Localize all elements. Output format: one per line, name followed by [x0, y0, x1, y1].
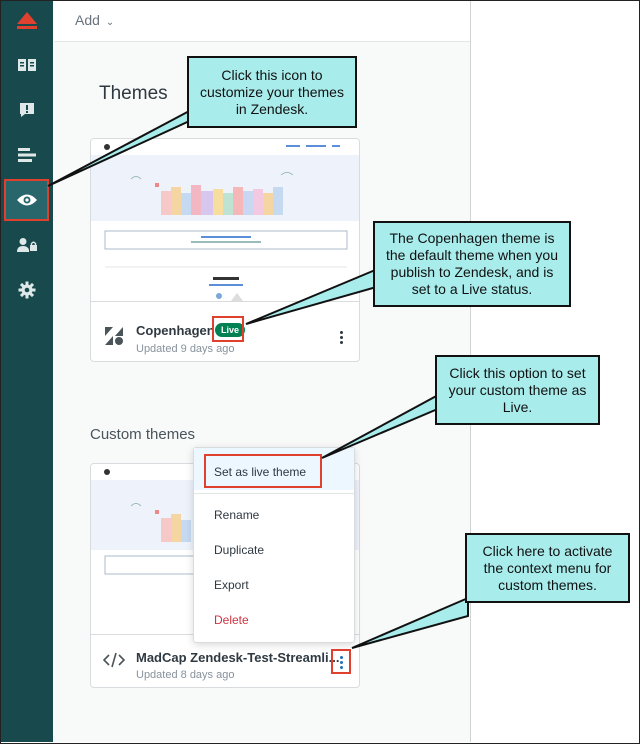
- theme-name: MadCap Zendesk-Test-Streamli...: [136, 650, 340, 665]
- delete-item[interactable]: Delete: [214, 613, 249, 627]
- add-dropdown-button[interactable]: Add ⌄: [75, 12, 114, 28]
- kebab-highlight-box: [331, 649, 351, 674]
- callout-copenhagen: The Copenhagen theme is the default them…: [373, 221, 571, 307]
- callout-text: Click here to activate the context menu …: [482, 542, 613, 593]
- theme-updated-date: Updated 8 days ago: [136, 669, 235, 681]
- theme-updated-date: Updated 9 days ago: [136, 343, 235, 355]
- rename-item[interactable]: Rename: [214, 508, 259, 522]
- theme-preview-thumbnail[interactable]: [91, 139, 359, 302]
- callout-text: Click this option to set your custom the…: [448, 364, 587, 415]
- theme-name: Copenhagen: [136, 323, 215, 338]
- sidebar: [1, 1, 53, 742]
- more-options-icon[interactable]: [338, 331, 344, 344]
- set-live-highlight-box: [204, 454, 322, 488]
- live-badge-highlight-box: [212, 316, 244, 342]
- menu-divider: [194, 493, 354, 494]
- add-label: Add: [75, 12, 100, 28]
- user-permissions-icon[interactable]: [1, 225, 53, 265]
- callout-context-menu: Click here to activate the context menu …: [465, 533, 630, 603]
- callout-text: The Copenhagen theme is the default them…: [385, 230, 558, 297]
- themes-title: Themes: [99, 83, 168, 104]
- zendesk-logo-icon: [103, 325, 125, 347]
- callout-theme-icon: Click this icon to customize your themes…: [187, 56, 357, 128]
- export-item[interactable]: Export: [214, 578, 249, 592]
- custom-themes-title: Custom themes: [90, 426, 196, 443]
- topbar: Add ⌄: [54, 1, 470, 42]
- settings-gear-icon[interactable]: [1, 270, 53, 310]
- chevron-down-icon: ⌄: [105, 17, 115, 28]
- guide-book-icon[interactable]: [1, 45, 53, 85]
- duplicate-item[interactable]: Duplicate: [214, 543, 264, 557]
- callout-set-live: Click this option to set your custom the…: [435, 355, 600, 425]
- zendesk-logo-icon[interactable]: [1, 1, 53, 41]
- arrange-content-icon[interactable]: [1, 135, 53, 175]
- eye-icon-active[interactable]: [1, 180, 53, 220]
- callout-text: Click this icon to customize your themes…: [200, 66, 344, 117]
- code-icon: [102, 652, 126, 668]
- alert-icon[interactable]: [1, 90, 53, 130]
